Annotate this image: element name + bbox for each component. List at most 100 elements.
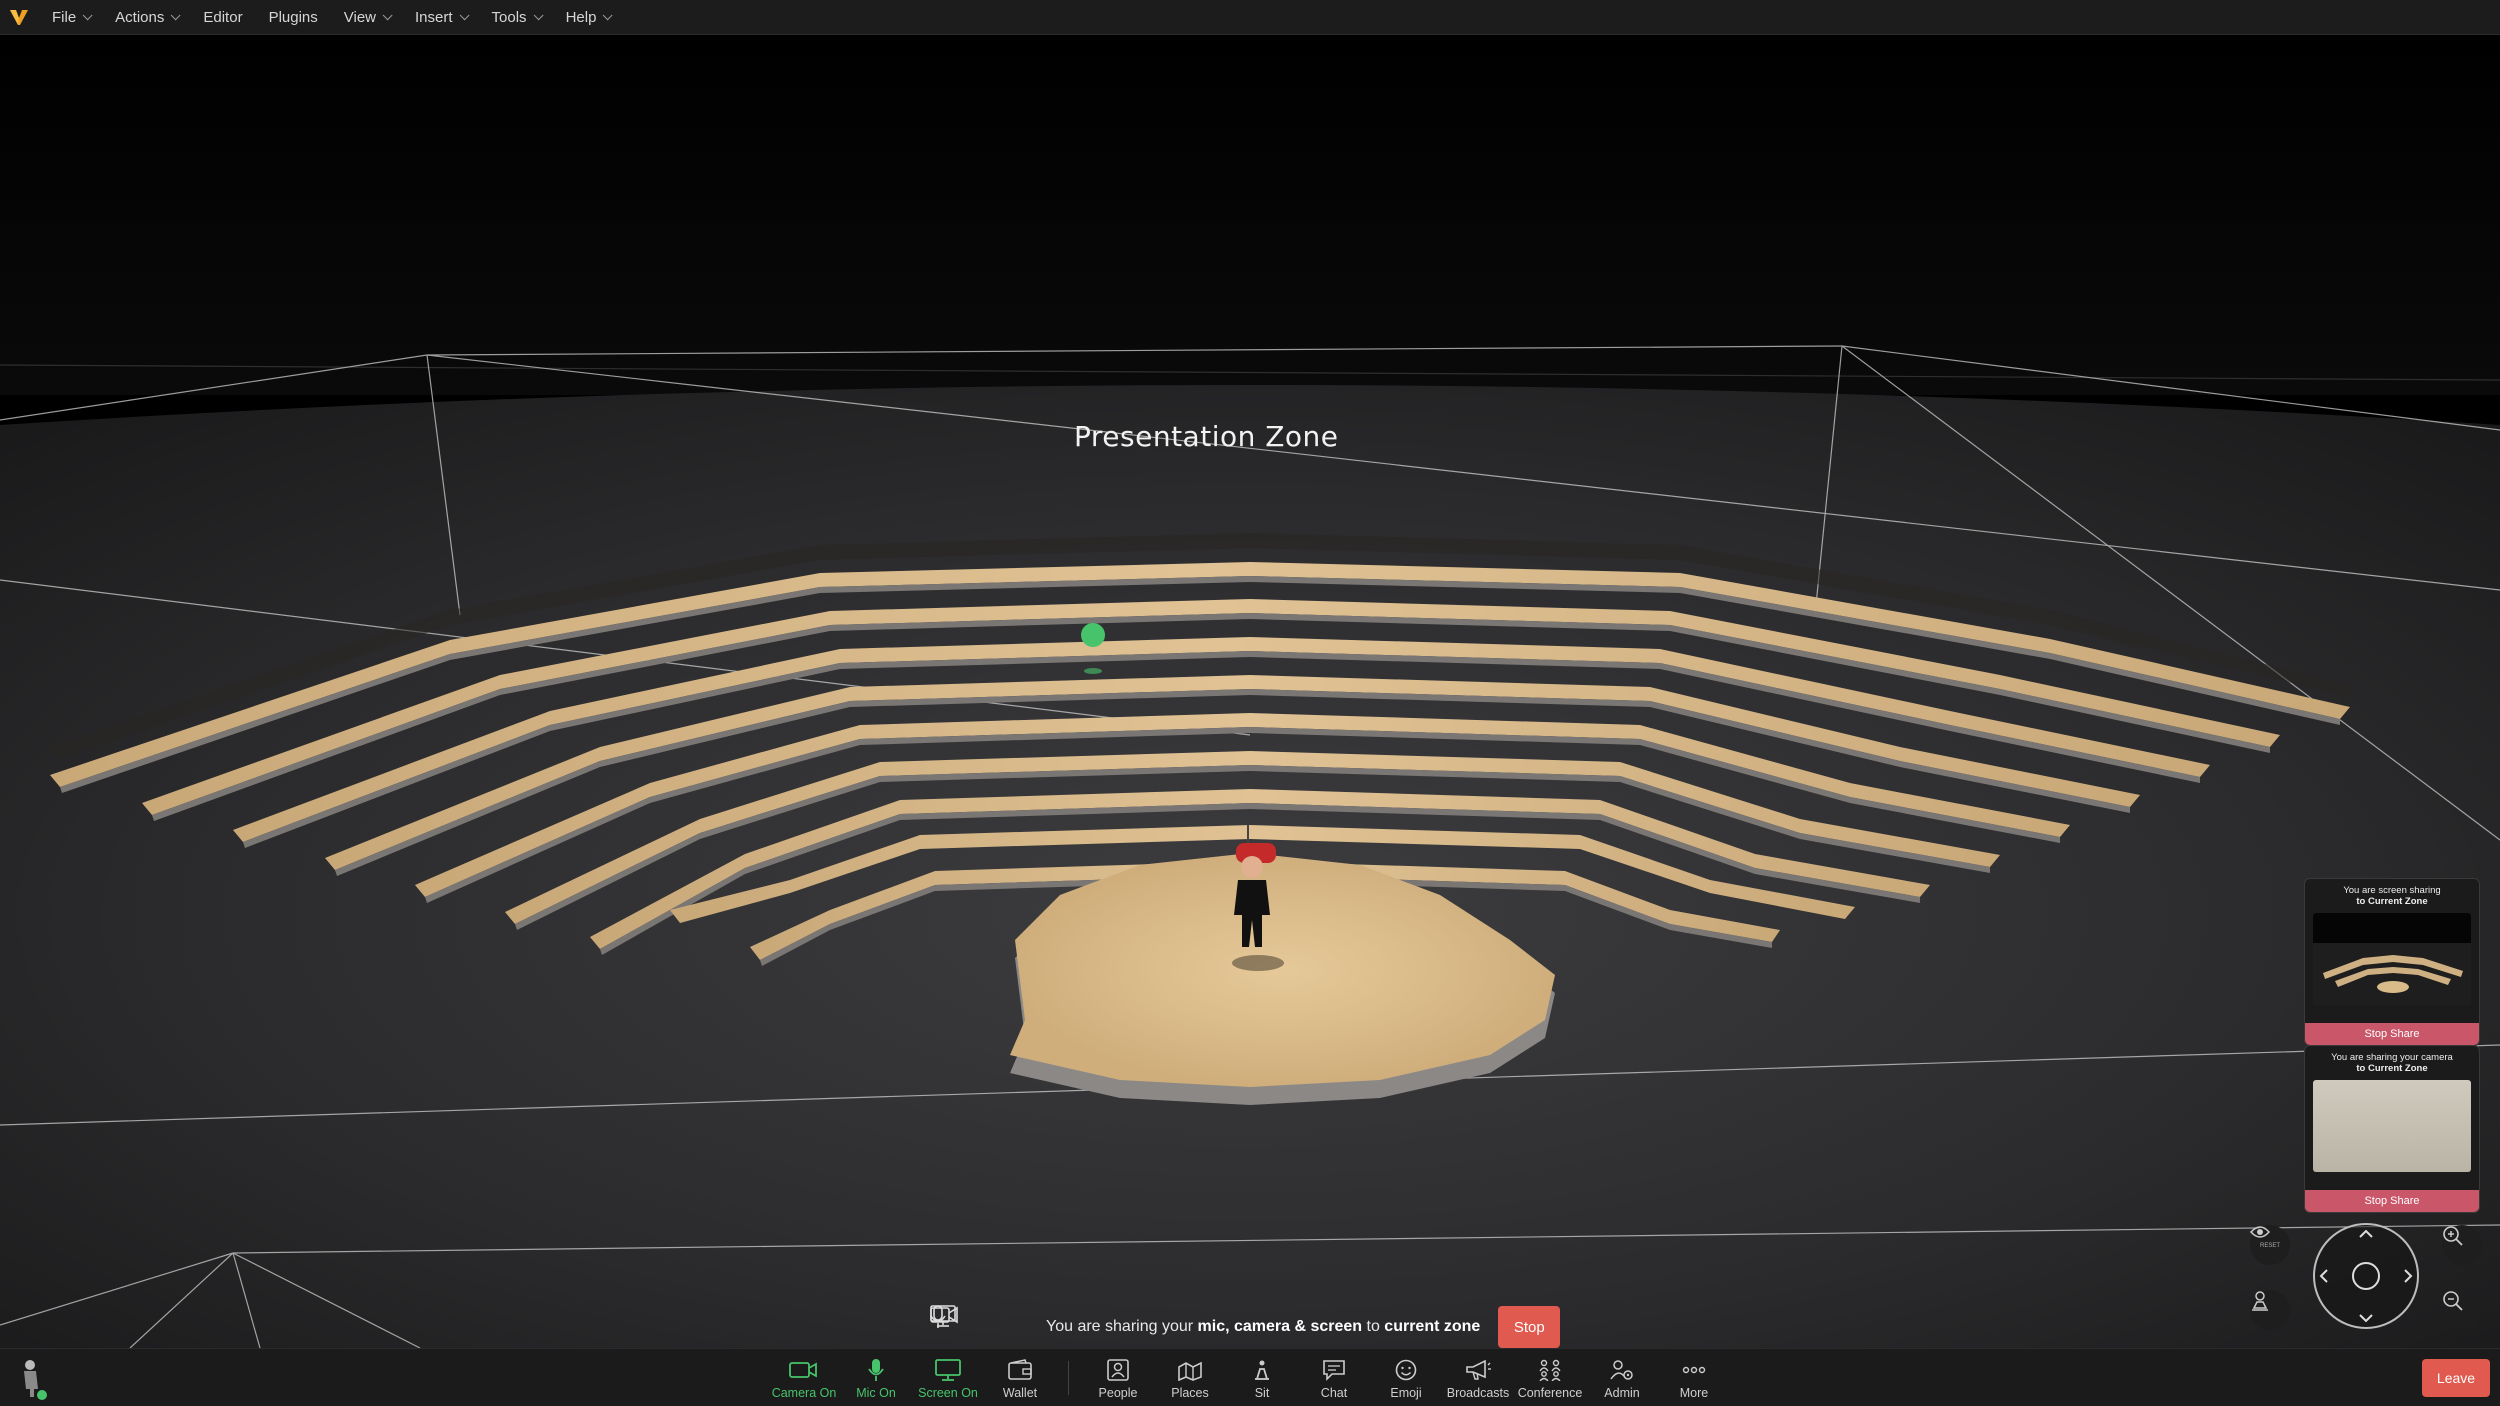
stop-screen-share-button[interactable]: Stop Share: [2305, 1023, 2479, 1045]
wallet-label: Wallet: [1002, 1386, 1038, 1400]
menu-plugins[interactable]: Plugins: [269, 9, 318, 26]
admin-icon: [1607, 1357, 1637, 1383]
3d-viewport[interactable]: Presentation Zone You are screen sharing…: [0, 35, 2500, 1348]
zoom-in-icon: [2443, 1226, 2463, 1246]
menu-file-label: File: [52, 8, 77, 26]
camera-toggle-label: Camera On: [771, 1386, 837, 1400]
broadcasts-button[interactable]: Broadcasts: [1442, 1349, 1514, 1406]
menu-view-label: View: [343, 8, 377, 26]
stop-camera-share-button[interactable]: Stop Share: [2305, 1190, 2479, 1212]
menu-insert-label: Insert: [415, 8, 453, 26]
chevron-down-icon: [171, 9, 181, 20]
screen-share-line1: You are screen sharing: [2343, 885, 2441, 896]
conference-icon: [1535, 1357, 1565, 1383]
chat-icon: [1319, 1357, 1349, 1383]
camera-icon: [789, 1357, 819, 1383]
emoji-button[interactable]: Emoji: [1370, 1349, 1442, 1406]
broadcasts-label: Broadcasts: [1446, 1386, 1510, 1400]
share-msg-prefix: You are sharing your: [1046, 1318, 1198, 1335]
joystick-center-icon: [2352, 1262, 2380, 1290]
screen-share-toggle-label: Screen On: [918, 1386, 978, 1400]
mic-toggle-label: Mic On: [856, 1386, 896, 1400]
screen-share-toggle-button[interactable]: Screen On: [912, 1349, 984, 1406]
menu-view[interactable]: View: [343, 8, 393, 26]
conference-button[interactable]: Conference: [1514, 1349, 1586, 1406]
person-pin-icon: [2252, 1291, 2268, 1311]
chat-button[interactable]: Chat: [1298, 1349, 1370, 1406]
menu-help[interactable]: Help: [565, 8, 613, 26]
reset-label: RESET: [2259, 1242, 2280, 1249]
menu-plugins-label: Plugins: [268, 8, 318, 26]
zoom-in-button[interactable]: [2442, 1225, 2482, 1265]
zoom-out-button[interactable]: [2442, 1290, 2482, 1330]
screen-share-card: You are screen sharing to Current Zone S…: [2304, 878, 2480, 1046]
menu-bar: File Actions Editor Plugins View Insert …: [0, 0, 2500, 35]
stop-sharing-button[interactable]: Stop: [1498, 1306, 1561, 1348]
more-label: More: [1679, 1386, 1709, 1400]
zone-label: Presentation Zone: [1074, 420, 1339, 453]
people-label: People: [1098, 1386, 1138, 1400]
chevron-down-icon: [459, 9, 470, 20]
menu-actions[interactable]: Actions: [115, 8, 181, 26]
menu-help-label: Help: [565, 8, 597, 26]
monitor-icon: [933, 1357, 963, 1383]
app-logo-icon[interactable]: [8, 6, 30, 28]
reset-view-button[interactable]: RESET: [2250, 1225, 2290, 1265]
menu-editor-label: Editor: [203, 8, 243, 26]
places-button[interactable]: Places: [1154, 1349, 1226, 1406]
emoji-icon: [1391, 1357, 1421, 1383]
leave-button[interactable]: Leave: [2422, 1359, 2490, 1397]
avatar-focus-button[interactable]: [2250, 1290, 2290, 1330]
zoom-out-icon: [2443, 1291, 2463, 1311]
wallet-button[interactable]: Wallet: [984, 1349, 1056, 1406]
mic-toggle-button[interactable]: Mic On: [840, 1349, 912, 1406]
menu-file[interactable]: File: [52, 8, 93, 26]
camera-icon: [930, 1306, 994, 1342]
share-msg-target: current zone: [1384, 1318, 1481, 1335]
chevron-down-icon: [533, 9, 544, 20]
arrow-up-icon: [2359, 1229, 2373, 1238]
arrow-down-icon: [2359, 1314, 2373, 1323]
menu-actions-label: Actions: [115, 8, 165, 26]
more-icon: [1679, 1357, 1709, 1383]
share-msg-what: mic, camera & screen: [1197, 1318, 1363, 1335]
more-button[interactable]: More: [1658, 1349, 1730, 1406]
microphone-icon: [861, 1357, 891, 1383]
scene-render: [0, 35, 2500, 1348]
avatar[interactable]: [16, 1357, 52, 1401]
camera-toggle-button[interactable]: Camera On: [768, 1349, 840, 1406]
menu-tools[interactable]: Tools: [491, 8, 544, 26]
chevron-down-icon: [82, 9, 93, 20]
camera-share-card-text: You are sharing your camera to Current Z…: [2305, 1046, 2479, 1078]
menu-tools-label: Tools: [491, 8, 527, 26]
arrow-right-icon: [2404, 1269, 2413, 1283]
places-icon: [1175, 1357, 1205, 1383]
menu-editor[interactable]: Editor: [203, 9, 242, 26]
monitor-icon: [930, 1305, 1028, 1342]
people-button[interactable]: People: [1082, 1349, 1154, 1406]
wallet-icon: [1005, 1357, 1035, 1383]
menu-insert[interactable]: Insert: [415, 8, 470, 26]
camera-share-card: You are sharing your camera to Current Z…: [2304, 1045, 2480, 1213]
sit-button[interactable]: Sit: [1226, 1349, 1298, 1406]
screen-share-card-text: You are screen sharing to Current Zone: [2305, 879, 2479, 911]
admin-label: Admin: [1604, 1386, 1640, 1400]
sharing-status-bar: You are sharing your mic, camera & scree…: [930, 1305, 1561, 1348]
screen-share-line2: to Current Zone: [2356, 896, 2428, 907]
places-label: Places: [1171, 1386, 1209, 1400]
camera-share-thumbnail: [2313, 1080, 2471, 1172]
navigation-joystick[interactable]: [2313, 1223, 2419, 1329]
sit-icon: [1247, 1357, 1277, 1383]
conference-label: Conference: [1517, 1386, 1583, 1400]
emoji-label: Emoji: [1390, 1386, 1422, 1400]
share-msg-middle: to: [1362, 1318, 1385, 1335]
people-icon: [1103, 1357, 1133, 1383]
camera-share-line1: You are sharing your camera: [2331, 1052, 2453, 1063]
camera-share-line2: to Current Zone: [2356, 1063, 2428, 1074]
screen-share-thumbnail: [2313, 913, 2471, 1005]
admin-button[interactable]: Admin: [1586, 1349, 1658, 1406]
sit-label: Sit: [1254, 1386, 1270, 1400]
megaphone-icon: [1463, 1357, 1493, 1383]
sharing-status-text: You are sharing your mic, camera & scree…: [1046, 1318, 1480, 1336]
toolbar-divider: [1068, 1361, 1069, 1395]
